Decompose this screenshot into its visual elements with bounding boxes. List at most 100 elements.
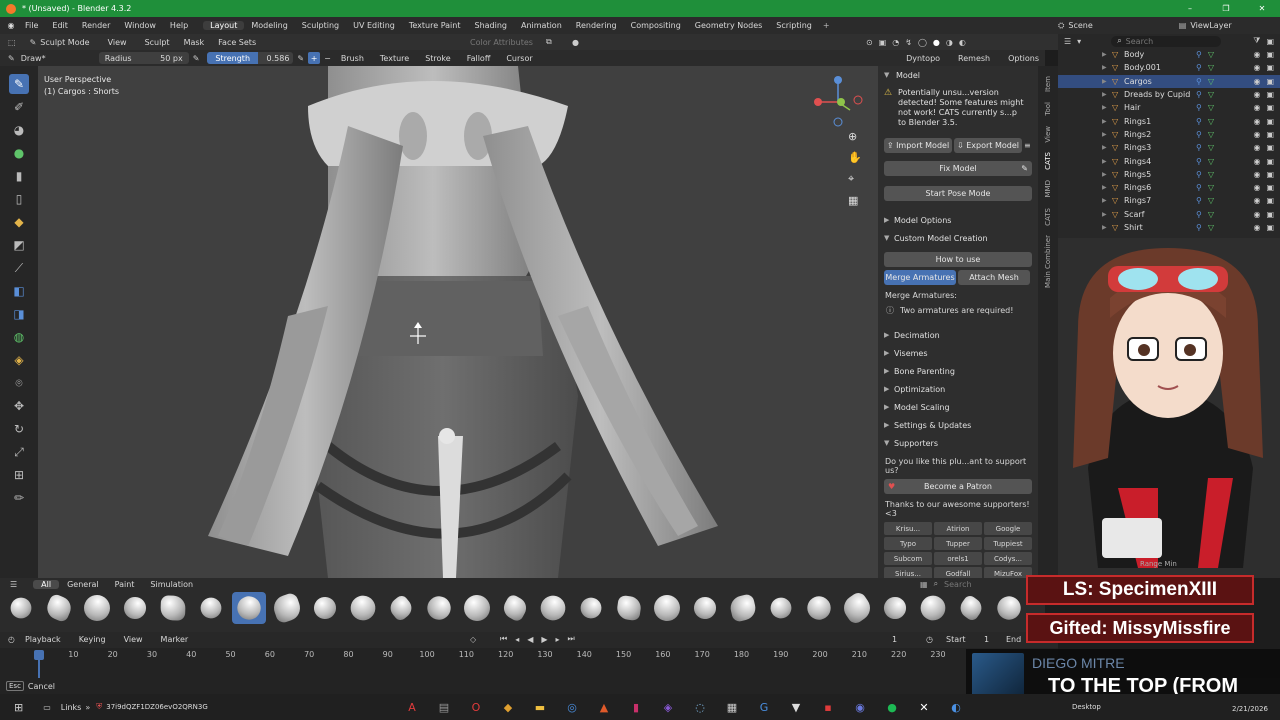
tab-scripting[interactable]: Scripting <box>769 21 819 30</box>
section-settings-updates[interactable]: ▶ Settings & Updates <box>878 416 1038 434</box>
annotate-tool-icon[interactable]: ✏ <box>9 488 29 508</box>
mask-tool-icon[interactable]: ▮ <box>9 166 29 186</box>
play-reverse-icon[interactable]: ◀ <box>527 635 533 644</box>
section-optimization[interactable]: ▶ Optimization <box>878 380 1038 398</box>
material-shading-icon[interactable]: ◑ <box>946 38 953 47</box>
fix-model-button[interactable]: Fix Model ✎ <box>884 161 1032 176</box>
outliner-row[interactable]: ▶ ▽ Shirt ⚲ ▽ ◉ ▣ <box>1058 221 1280 234</box>
brush-preview[interactable] <box>878 592 912 624</box>
google-icon[interactable]: G <box>748 695 780 719</box>
playhead[interactable] <box>34 650 44 660</box>
brush-preview[interactable] <box>194 592 228 624</box>
strength-field[interactable]: Strength 0.586 <box>207 52 294 64</box>
new-collection-icon[interactable]: ▣ <box>1266 37 1274 46</box>
vs-icon[interactable]: ◈ <box>652 695 684 719</box>
sidebar-tab-item[interactable]: Item <box>1044 72 1052 96</box>
texture-menu[interactable]: Texture <box>380 54 409 63</box>
section-decimation[interactable]: ▶ Decimation <box>878 326 1038 344</box>
remesh-menu[interactable]: Remesh <box>958 54 990 63</box>
tab-texture-paint[interactable]: Texture Paint <box>402 21 468 30</box>
tab-uv-editing[interactable]: UV Editing <box>346 21 402 30</box>
render-camera-icon[interactable]: ▣ <box>1266 196 1274 205</box>
brush-preview[interactable] <box>688 592 722 624</box>
x-icon[interactable]: ✕ <box>908 695 940 719</box>
rotate-tool-icon[interactable]: ↻ <box>9 419 29 439</box>
lasso-trim-tool-icon[interactable]: ◩ <box>9 235 29 255</box>
windows-start-icon[interactable]: ⊞ <box>14 701 23 714</box>
files-icon[interactable]: ▤ <box>428 695 460 719</box>
shelf-tab-general[interactable]: General <box>59 580 107 589</box>
dyntopo-menu[interactable]: Dyntopo <box>906 54 940 63</box>
visibility-eye-icon[interactable]: ◉ <box>1253 103 1260 112</box>
tab-animation[interactable]: Animation <box>514 21 569 30</box>
sidebar-tab-main-combiner[interactable]: Main Combiner <box>1044 231 1052 292</box>
menu-window[interactable]: Window <box>117 21 163 30</box>
brush-preview[interactable] <box>764 592 798 624</box>
brush-preview[interactable] <box>649 590 685 626</box>
editor-type-icon[interactable]: ⬚ <box>8 38 16 47</box>
pan-hand-icon[interactable]: ✋ <box>848 151 862 164</box>
render-camera-icon[interactable]: ▣ <box>1266 50 1274 59</box>
face-set-tool-icon[interactable]: ◆ <box>9 212 29 232</box>
supporter-button[interactable]: orels1 <box>934 552 982 565</box>
outliner-row[interactable]: ▶ ▽ Rings7 ⚲ ▽ ◉ ▣ <box>1058 194 1280 207</box>
render-camera-icon[interactable]: ▣ <box>1266 223 1274 232</box>
folder-icon[interactable]: ▬ <box>524 695 556 719</box>
brush-preview[interactable] <box>802 591 836 625</box>
visibility-eye-icon[interactable]: ◉ <box>1253 117 1260 126</box>
game-launcher-icon[interactable]: ▼ <box>780 695 812 719</box>
decimation-chevron-icon[interactable]: ▶ <box>884 331 894 339</box>
scene-selector[interactable]: Scene <box>1068 21 1092 30</box>
voicemod-icon[interactable]: ▪ <box>812 695 844 719</box>
add-icon[interactable]: + <box>308 52 321 64</box>
brave-icon[interactable]: ▲ <box>588 695 620 719</box>
next-keyframe-icon[interactable]: ▸ <box>556 635 560 644</box>
brush-preview[interactable] <box>232 591 266 625</box>
xray-icon[interactable]: ▣ <box>879 38 887 47</box>
expand-icon[interactable]: ▶ <box>1102 64 1112 71</box>
mask-menu[interactable]: Mask <box>184 38 205 47</box>
brush-preview[interactable] <box>118 592 152 624</box>
custom-model-creation-section[interactable]: Custom Model Creation <box>894 234 988 243</box>
custom-model-chevron-icon[interactable]: ▼ <box>884 234 894 242</box>
keying-menu[interactable]: Keying <box>79 635 106 644</box>
supporter-button[interactable]: Codys... <box>984 552 1032 565</box>
outliner-row[interactable]: ▶ ▽ Rings4 ⚲ ▽ ◉ ▣ <box>1058 154 1280 167</box>
play-icon[interactable]: ▶ <box>541 635 547 644</box>
sculpt-menu[interactable]: Sculpt <box>145 38 170 47</box>
visibility-eye-icon[interactable]: ◉ <box>1253 223 1260 232</box>
chrome-icon[interactable]: ◎ <box>556 695 588 719</box>
shelf-display-icon[interactable]: ▦ <box>920 580 928 589</box>
supporters-chevron-icon[interactable]: ▼ <box>884 439 894 447</box>
expand-icon[interactable]: ▶ <box>1102 91 1112 98</box>
brush-preview[interactable] <box>992 591 1026 625</box>
marker-menu[interactable]: Marker <box>161 635 189 644</box>
shelf-search-input[interactable]: Search <box>944 580 971 589</box>
subtract-icon[interactable]: − <box>324 54 331 63</box>
brush-menu[interactable]: Brush <box>341 54 364 63</box>
calendar-icon[interactable]: ▦ <box>716 695 748 719</box>
camera-view-icon[interactable]: ⌖ <box>848 172 862 186</box>
falloff-menu[interactable]: Falloff <box>467 54 491 63</box>
opera-icon[interactable]: O <box>460 695 492 719</box>
game-icon[interactable]: ◆ <box>492 695 524 719</box>
cloth-filter-tool-icon[interactable]: ◨ <box>9 304 29 324</box>
brush-preview[interactable] <box>308 592 342 624</box>
import-model-button[interactable]: ⇪ Import Model <box>884 138 952 153</box>
visibility-eye-icon[interactable]: ◉ <box>1253 63 1260 72</box>
export-menu-icon[interactable]: ≡ <box>1024 141 1031 150</box>
shading-icon[interactable]: ● <box>572 38 579 47</box>
supporter-button[interactable]: Google <box>984 522 1032 535</box>
shelf-tab-simulation[interactable]: Simulation <box>142 580 201 589</box>
render-camera-icon[interactable]: ▣ <box>1266 210 1274 219</box>
minimize-button[interactable]: – <box>1172 2 1208 16</box>
outliner-funnel-icon[interactable]: ⧩ <box>1253 36 1260 46</box>
expand-icon[interactable]: ▶ <box>1102 144 1112 151</box>
outliner-row[interactable]: ▶ ▽ Scarf ⚲ ▽ ◉ ▣ <box>1058 208 1280 221</box>
render-camera-icon[interactable]: ▣ <box>1266 117 1274 126</box>
view-menu[interactable]: View <box>124 635 143 644</box>
outliner-search-input[interactable]: Search <box>1126 37 1153 46</box>
brush-preview[interactable] <box>270 591 304 625</box>
merge-armatures-button[interactable]: Merge Armatures <box>884 270 956 285</box>
menu-help[interactable]: Help <box>163 21 195 30</box>
